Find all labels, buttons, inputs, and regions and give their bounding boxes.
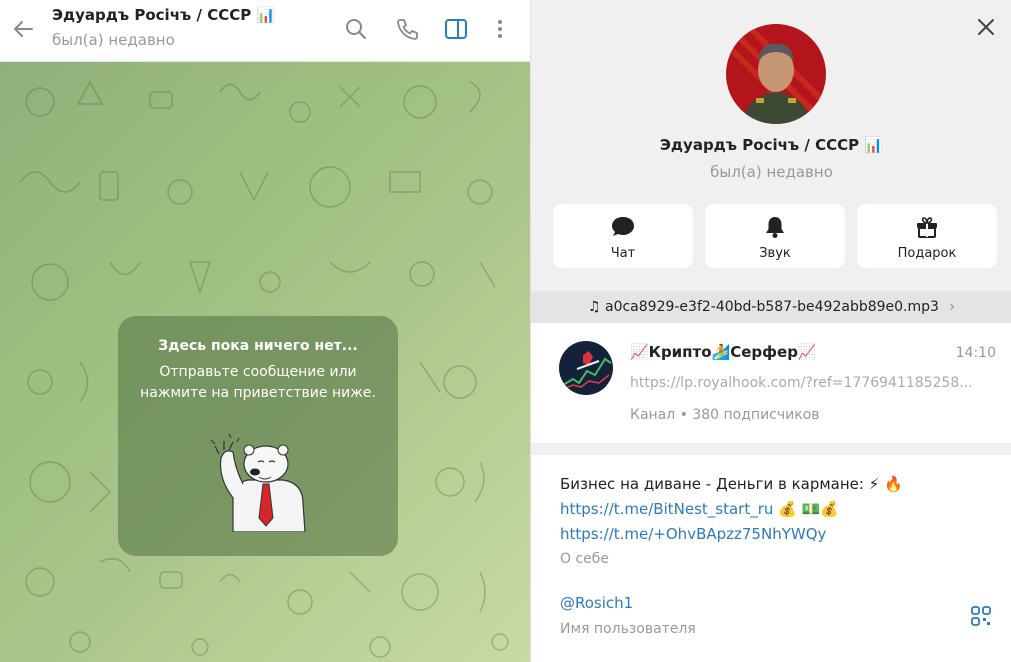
chat-button-label: Чат bbox=[610, 246, 636, 261]
bio-link-1[interactable]: https://t.me/BitNest_start_ru bbox=[560, 500, 773, 518]
gift-button-label: Подарок bbox=[897, 246, 957, 261]
phone-icon[interactable] bbox=[394, 16, 420, 42]
sound-button-label: Звук bbox=[759, 246, 791, 261]
username-link[interactable]: @Rosich1 bbox=[560, 594, 633, 612]
channel-avatar bbox=[559, 341, 613, 395]
empty-chat-card: Здесь пока ничего нет... Отправьте сообщ… bbox=[118, 316, 398, 556]
gift-icon bbox=[917, 217, 937, 238]
chat-button[interactable]: Чат bbox=[553, 204, 693, 268]
music-track: ♫ a0ca8929-e3f2-40bd-b587-be492abb89e0.m… bbox=[587, 299, 939, 315]
close-icon[interactable] bbox=[973, 14, 999, 40]
chat-background: Здесь пока ничего нет... Отправьте сообщ… bbox=[0, 62, 530, 662]
profile-avatar[interactable] bbox=[726, 24, 826, 124]
sound-button[interactable]: Звук bbox=[705, 204, 845, 268]
chat-status: был(а) недавно bbox=[52, 31, 175, 49]
music-bar[interactable]: ♫ a0ca8929-e3f2-40bd-b587-be492abb89e0.m… bbox=[531, 291, 1011, 323]
bio-label: О себе bbox=[560, 551, 610, 567]
profile-name: Эдуардъ Росічъ / СССР 📊 bbox=[659, 136, 884, 154]
empty-chat-text: Отправьте сообщение или нажмите на приве… bbox=[140, 364, 376, 401]
username-label: Имя пользователя bbox=[560, 621, 696, 637]
polar-bear-sticker[interactable] bbox=[203, 428, 315, 532]
candles-icon: 📊 bbox=[864, 136, 884, 154]
channel-name: 📈Крипто🏄Серфер📈 bbox=[630, 343, 817, 361]
profile-pane: Эдуардъ Росічъ / СССР 📊 был(а) недавно Ч… bbox=[530, 0, 1011, 662]
bio-link-row-2: https://t.me/+OhvBApzz75NhYWQy bbox=[560, 525, 826, 543]
username-row: @Rosich1 bbox=[560, 594, 633, 612]
channel-link: https://lp.royalhook.com/?ref=1776941185… bbox=[630, 375, 973, 391]
gift-button[interactable]: Подарок bbox=[857, 204, 997, 268]
channel-time: 14:10 bbox=[955, 345, 996, 361]
info-card: Бизнес на диване - Деньги в кармане: ⚡ 🔥… bbox=[531, 455, 1011, 662]
bio-text: Бизнес на диване - Деньги в кармане: ⚡ 🔥 bbox=[560, 475, 903, 493]
candles-icon: 📊 bbox=[256, 6, 276, 24]
bio-link-row: https://t.me/BitNest_start_ru 💰 💵💰 bbox=[560, 500, 839, 518]
more-vertical-icon[interactable] bbox=[487, 16, 513, 42]
chat-pane: Эдуардъ Росічъ / СССР 📊 был(а) недавно З… bbox=[0, 0, 530, 662]
search-icon[interactable] bbox=[343, 16, 369, 42]
chat-header: Эдуардъ Росічъ / СССР 📊 был(а) недавно bbox=[0, 0, 530, 62]
bell-icon bbox=[766, 217, 784, 238]
profile-status: был(а) недавно bbox=[710, 163, 833, 181]
empty-chat-title: Здесь пока ничего нет... bbox=[158, 338, 358, 354]
bio-link-2[interactable]: https://t.me/+OhvBApzz75NhYWQy bbox=[560, 525, 826, 543]
qr-code-icon[interactable] bbox=[970, 605, 992, 627]
chevron-right-icon: › bbox=[949, 299, 955, 315]
chat-title[interactable]: Эдуардъ Росічъ / СССР 📊 bbox=[52, 6, 275, 24]
sidebar-toggle-icon[interactable] bbox=[443, 16, 469, 42]
back-arrow-icon[interactable] bbox=[8, 14, 38, 44]
chat-icon bbox=[612, 217, 634, 236]
bio-link-1-emoji: 💰 💵💰 bbox=[773, 500, 839, 518]
channel-card[interactable]: 📈Крипто🏄Серфер📈 14:10 https://lp.royalho… bbox=[531, 323, 1011, 443]
channel-meta: Канал • 380 подписчиков bbox=[630, 407, 820, 423]
